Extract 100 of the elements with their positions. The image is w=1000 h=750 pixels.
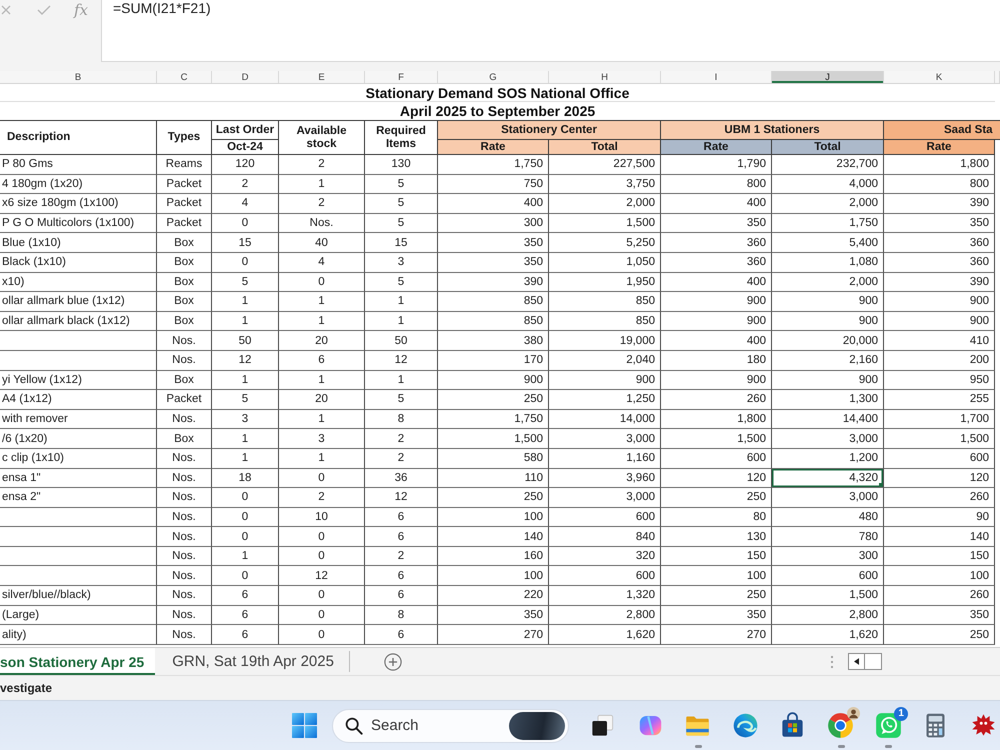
table-cell: (Large) xyxy=(0,606,157,626)
table-cell: 36 xyxy=(365,468,438,488)
scrollbar-thumb[interactable] xyxy=(865,653,882,670)
table-cell: Nos. xyxy=(157,625,212,645)
sheet-tab[interactable]: son Stationery Apr 25 xyxy=(0,648,156,675)
table-cell: 220 xyxy=(438,586,549,606)
column-header[interactable]: H xyxy=(549,71,661,83)
column-header[interactable]: D xyxy=(212,71,279,83)
column-subheading: Total xyxy=(772,140,884,155)
table-cell: 600 xyxy=(661,448,772,468)
table-cell: 1 xyxy=(212,429,279,449)
table-cell: 1,200 xyxy=(772,448,884,468)
table-cell: 3 xyxy=(212,410,279,430)
table-cell: 1 xyxy=(365,292,438,312)
table-cell: 255 xyxy=(884,390,995,410)
sheet-title: Stationary Demand SOS National Office xyxy=(0,84,995,102)
add-sheet-icon[interactable] xyxy=(384,652,402,670)
table-cell: 350 xyxy=(884,214,995,234)
status-text: vestigate xyxy=(0,681,52,695)
table-cell: Black (1x10) xyxy=(0,252,157,273)
table-cell: 300 xyxy=(772,546,884,566)
table-cell: 2 xyxy=(212,174,279,194)
table-cell: 360 xyxy=(884,233,995,253)
left-triangle-icon xyxy=(854,658,859,665)
table-cell: 1 xyxy=(212,448,279,468)
sheet-tab[interactable]: GRN, Sat 19th Apr 2025 xyxy=(155,651,350,672)
table-cell: P G O Multicolors (1x100) xyxy=(0,214,157,234)
table-cell: 100 xyxy=(438,508,549,528)
column-header[interactable]: J xyxy=(772,71,884,83)
table-cell: Nos. xyxy=(157,586,212,606)
table-cell: 5 xyxy=(365,194,438,214)
table-cell: 1 xyxy=(279,370,365,390)
column-heading: Last Order xyxy=(212,120,279,140)
table-cell: 800 xyxy=(661,174,772,194)
column-heading: Available stock xyxy=(279,120,365,155)
table-cell: 250 xyxy=(661,586,772,606)
formula-field[interactable]: =SUM(I21*F21) xyxy=(101,0,1000,62)
table-cell: 1,500 xyxy=(884,429,995,449)
sheet-subtitle: April 2025 to September 2025 xyxy=(398,102,596,120)
table-cell: with remover xyxy=(0,410,157,430)
table-cell: 600 xyxy=(549,508,661,528)
table-cell: 5 xyxy=(365,214,438,234)
table-cell: 2,800 xyxy=(549,606,661,626)
table-cell: Nos. xyxy=(157,448,212,468)
table-cell: 1,500 xyxy=(549,214,661,234)
table-cell: A4 (1x12) xyxy=(0,390,157,410)
search-bar[interactable]: Search xyxy=(332,708,569,742)
table-cell: 20 xyxy=(279,390,365,410)
table-cell: 2 xyxy=(365,448,438,468)
table-cell: 400 xyxy=(661,194,772,214)
column-header[interactable]: F xyxy=(365,71,438,83)
table-cell: Nos. xyxy=(279,214,365,234)
table-cell: 2,000 xyxy=(549,194,661,214)
search-input[interactable]: Search xyxy=(371,717,491,734)
table-cell: 410 xyxy=(884,331,995,351)
table-cell: ensa 2" xyxy=(0,488,157,508)
tricolor-circle-icon[interactable] xyxy=(827,712,854,739)
table-cell: 2,800 xyxy=(772,606,884,626)
table-cell: 0 xyxy=(212,527,279,547)
table-cell: 1,500 xyxy=(661,429,772,449)
table-cell: 4,320 xyxy=(772,468,884,488)
table-cell: 3,000 xyxy=(772,429,884,449)
column-header[interactable]: K xyxy=(884,71,995,83)
table-cell: 5,400 xyxy=(772,233,884,253)
table-cell: 1,080 xyxy=(772,252,884,273)
column-header[interactable]: G xyxy=(438,71,549,83)
wave-globe-icon[interactable] xyxy=(732,712,759,739)
search-icon xyxy=(345,716,363,734)
table-cell: 200 xyxy=(884,350,995,371)
table-cell: 600 xyxy=(884,448,995,468)
table-cell: 390 xyxy=(438,272,549,292)
table-cell: 1,950 xyxy=(549,272,661,292)
table-cell: 250 xyxy=(884,625,995,645)
table-cell: 130 xyxy=(365,155,438,175)
table-cell: 350 xyxy=(438,233,549,253)
vendor-heading: Saad Sta xyxy=(884,120,1000,140)
table-cell: 0 xyxy=(212,488,279,508)
table-cell: yi Yellow (1x12) xyxy=(0,370,157,390)
table-cell: 50 xyxy=(365,331,438,351)
column-heading: Types xyxy=(157,120,212,155)
table-cell: 850 xyxy=(549,292,661,312)
table-cell: 2,160 xyxy=(772,350,884,371)
table-cell: Nos. xyxy=(157,527,212,547)
column-header[interactable]: B xyxy=(0,71,157,83)
table-cell: 6 xyxy=(365,508,438,528)
scroll-left-button[interactable] xyxy=(848,653,865,670)
table-cell: 900 xyxy=(772,312,884,332)
check-icon[interactable] xyxy=(37,5,51,15)
table-cell: 8 xyxy=(365,410,438,430)
table-cell: 1,790 xyxy=(661,155,772,175)
more-options-icon[interactable] xyxy=(830,654,834,668)
column-header[interactable]: C xyxy=(157,71,212,83)
table-cell: Box xyxy=(157,429,212,449)
start-icon[interactable] xyxy=(292,713,317,738)
column-header[interactable]: E xyxy=(279,71,365,83)
table-cell: 140 xyxy=(884,527,995,547)
table-cell: 1 xyxy=(212,292,279,312)
table-cell: 0 xyxy=(279,527,365,547)
table-cell: 18 xyxy=(212,468,279,488)
column-subheading: Rate xyxy=(661,140,772,155)
